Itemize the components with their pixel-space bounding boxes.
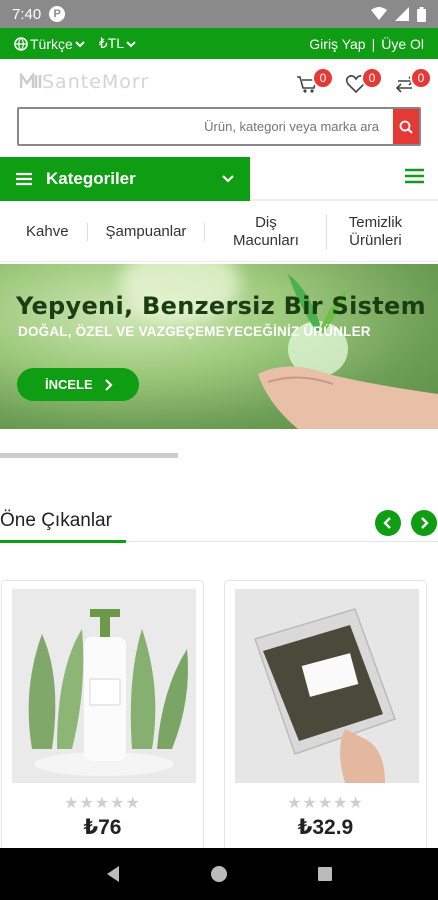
signal-icon bbox=[395, 7, 409, 21]
hand-with-plant-image bbox=[258, 274, 438, 429]
featured-section-title: Öne Çıkanlar bbox=[0, 510, 112, 531]
chevron-left-icon bbox=[383, 517, 391, 529]
carousel-next-button[interactable] bbox=[411, 510, 437, 536]
app-notification-icon: P bbox=[49, 6, 66, 22]
hero-banner[interactable]: Yepyeni, Benzersiz Bir Sistem DOĞAL, ÖZE… bbox=[0, 264, 438, 429]
battery-icon bbox=[417, 6, 426, 22]
status-icons bbox=[371, 6, 426, 22]
compare-button[interactable]: 0 bbox=[394, 67, 432, 99]
site-logo[interactable]: SanteMorr bbox=[19, 71, 150, 93]
hero-subtitle: DOĞAL, ÖZEL VE VAZGEÇEMEYECEĞİNİZ ÜRÜNLE… bbox=[18, 324, 371, 339]
featured-active-underline bbox=[0, 540, 126, 543]
carousel-scroll-indicator bbox=[0, 453, 178, 458]
search-button[interactable] bbox=[393, 109, 419, 144]
cart-button[interactable]: 0 bbox=[296, 67, 334, 99]
cart-count-badge: 0 bbox=[312, 67, 334, 89]
account-links: Giriş Yap | Üye Ol bbox=[309, 36, 424, 52]
caret-down-icon bbox=[75, 40, 85, 47]
logo-mark-icon bbox=[19, 71, 42, 88]
separator: | bbox=[371, 35, 376, 52]
nav-item-kahve[interactable]: Kahve bbox=[0, 222, 88, 241]
language-selector[interactable]: Türkçe bbox=[14, 36, 85, 52]
caret-down-icon bbox=[126, 40, 136, 47]
nav-item-sampuanlar[interactable]: Şampuanlar bbox=[88, 222, 206, 241]
system-navigation-bar bbox=[0, 848, 438, 900]
globe-icon bbox=[14, 36, 28, 51]
hero-cta-button[interactable]: İNCELE bbox=[17, 368, 139, 401]
hero-cta-label: İNCELE bbox=[45, 377, 93, 392]
search-icon bbox=[399, 120, 413, 134]
category-bar: Kategoriler bbox=[0, 157, 438, 201]
menu-toggle-button[interactable] bbox=[405, 168, 424, 189]
register-link[interactable]: Üye Ol bbox=[381, 36, 424, 52]
featured-section-divider bbox=[0, 540, 438, 543]
product-card[interactable]: ★★★★★ ₺32.9 bbox=[224, 580, 427, 850]
hamburger-icon bbox=[405, 168, 424, 184]
compare-count-badge: 0 bbox=[410, 67, 432, 89]
product-image-tea-pouch bbox=[235, 589, 419, 783]
status-time: 7:40 bbox=[12, 5, 42, 23]
header: SanteMorr 0 0 0 bbox=[0, 59, 438, 107]
hamburger-icon bbox=[16, 172, 32, 186]
categories-label: Kategoriler bbox=[46, 169, 136, 188]
product-image-lotion-bottle bbox=[12, 589, 196, 783]
search-input[interactable] bbox=[19, 109, 393, 144]
product-price: ₺76 bbox=[83, 816, 122, 839]
product-price: ₺32.9 bbox=[297, 816, 354, 839]
language-label: Türkçe bbox=[30, 35, 73, 52]
product-rating-stars: ★★★★★ bbox=[287, 795, 364, 812]
wifi-icon bbox=[371, 7, 387, 20]
product-rating-stars: ★★★★★ bbox=[64, 795, 141, 812]
categories-dropdown[interactable]: Kategoriler bbox=[0, 157, 250, 201]
top-bar: Türkçe ₺TL Giriş Yap | Üye Ol bbox=[0, 28, 438, 59]
back-icon[interactable] bbox=[105, 865, 121, 883]
wishlist-button[interactable]: 0 bbox=[345, 67, 383, 99]
hero-title: Yepyeni, Benzersiz Bir Sistem bbox=[16, 292, 426, 320]
chevron-right-icon bbox=[421, 517, 429, 529]
nav-item-dis-macunlari[interactable]: Diş Macunları bbox=[205, 213, 328, 250]
currency-selector[interactable]: ₺TL bbox=[99, 35, 136, 52]
logo-text: SanteMorr bbox=[42, 71, 150, 93]
carousel-prev-button[interactable] bbox=[375, 510, 401, 536]
status-bar: 7:40 P bbox=[0, 0, 438, 28]
search-bar bbox=[17, 107, 421, 146]
nav-item-temizlik-urunleri[interactable]: Temizlik Ürünleri bbox=[327, 214, 423, 250]
recents-icon[interactable] bbox=[317, 866, 333, 882]
wishlist-count-badge: 0 bbox=[361, 67, 383, 89]
home-icon[interactable] bbox=[210, 865, 228, 883]
product-card[interactable]: ★★★★★ ₺76 bbox=[1, 580, 204, 850]
chevron-down-icon bbox=[222, 175, 234, 183]
currency-label: ₺TL bbox=[98, 35, 125, 51]
login-link[interactable]: Giriş Yap bbox=[309, 36, 365, 52]
category-nav: Kahve Şampuanlar Diş Macunları Temizlik … bbox=[0, 202, 438, 262]
chevron-right-icon bbox=[104, 378, 113, 391]
